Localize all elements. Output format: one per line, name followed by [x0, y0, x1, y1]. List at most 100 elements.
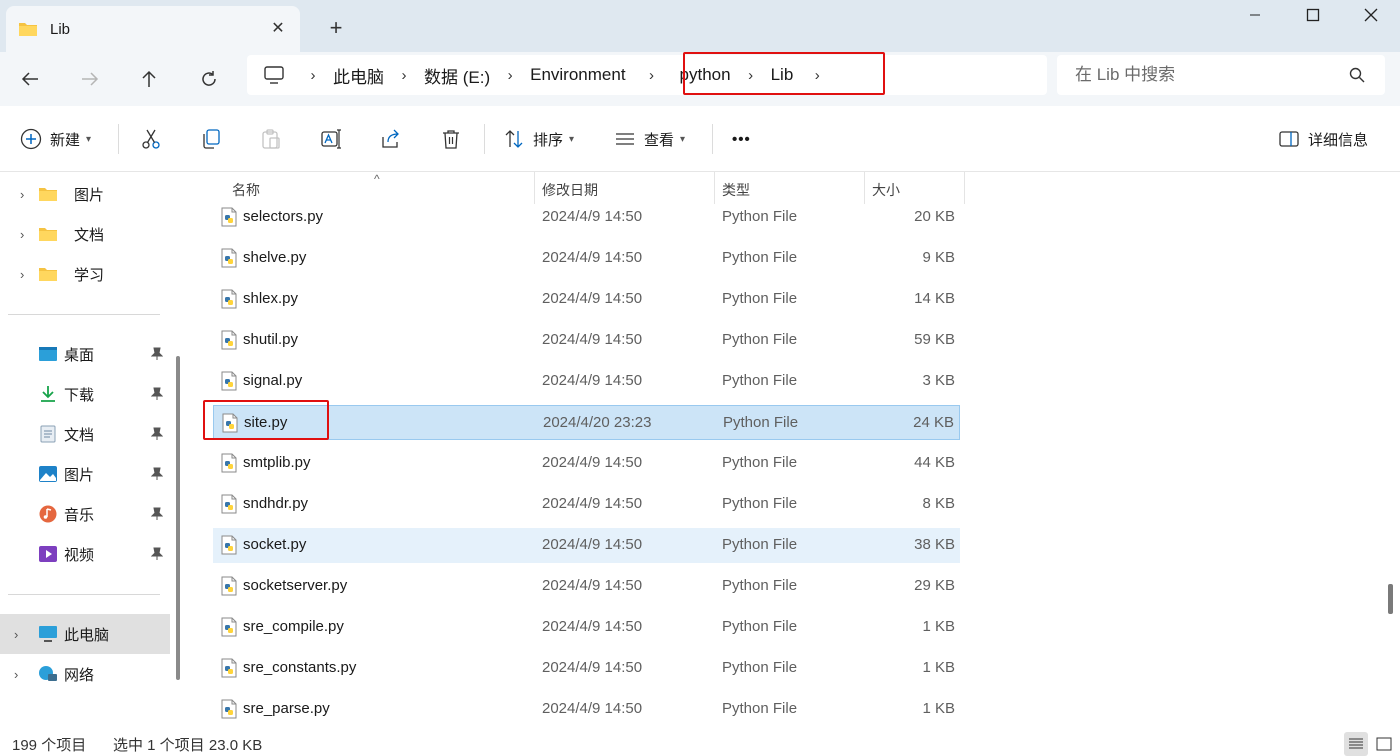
file-row[interactable]: socket.py 2024/4/9 14:50 Python File 38 KB: [213, 528, 960, 563]
sidebar-item-label: 网络: [64, 666, 95, 684]
sidebar-item-videos[interactable]: 视频: [0, 534, 170, 574]
file-row[interactable]: sre_constants.py 2024/4/9 14:50 Python Fil…: [213, 651, 960, 686]
sidebar-scrollbar[interactable]: [176, 356, 180, 680]
search-input[interactable]: [1075, 65, 1335, 85]
sidebar-item-network[interactable]: › 网络: [0, 654, 170, 694]
tiles-view-button[interactable]: [1372, 732, 1396, 756]
sidebar-item-this-pc[interactable]: › 此电脑: [0, 614, 170, 654]
download-icon: [41, 386, 55, 402]
pin-icon[interactable]: [151, 467, 163, 481]
file-type: Python File: [722, 618, 798, 635]
file-row[interactable]: shutil.py 2024/4/9 14:50 Python File 59 KB: [213, 323, 960, 358]
maximize-button[interactable]: [1284, 0, 1342, 30]
file-row[interactable]: socketserver.py 2024/4/9 14:50 Python File…: [213, 569, 960, 604]
rename-button[interactable]: [320, 120, 342, 158]
column-divider[interactable]: [964, 172, 965, 204]
file-row[interactable]: sre_parse.py 2024/4/9 14:50 Python File 1 K…: [213, 692, 960, 727]
breadcrumb-this-pc[interactable]: 此电脑: [327, 63, 390, 88]
file-row[interactable]: signal.py 2024/4/9 14:50 Python File 3 KB: [213, 364, 960, 399]
selection-info: 选中 1 个项目 23.0 KB: [113, 737, 263, 754]
folder-icon: [39, 188, 57, 201]
refresh-button[interactable]: [190, 60, 228, 98]
file-name: selectors.py: [243, 208, 324, 225]
file-list-scrollbar[interactable]: [1388, 584, 1393, 614]
sidebar-item-label: 视频: [64, 546, 95, 564]
file-row[interactable]: smtplib.py 2024/4/9 14:50 Python File 44 KB: [213, 446, 960, 481]
details-view-button[interactable]: [1344, 732, 1368, 756]
new-button[interactable]: 新建 ▾: [20, 120, 91, 158]
pin-icon[interactable]: [151, 507, 163, 521]
breadcrumb-lib[interactable]: Lib: [765, 65, 800, 85]
search-box[interactable]: [1057, 55, 1385, 95]
file-type: Python File: [722, 454, 798, 471]
close-window-button[interactable]: [1342, 0, 1400, 30]
sidebar-item-pictures[interactable]: 图片: [0, 454, 170, 494]
file-row[interactable]: shelve.py 2024/4/9 14:50 Python File 9 KB: [213, 241, 960, 276]
delete-button[interactable]: [440, 120, 462, 158]
back-button[interactable]: [11, 60, 49, 98]
new-tab-button[interactable]: +: [322, 14, 350, 42]
tab-lib[interactable]: Lib ✕: [6, 6, 300, 52]
chevron-right-icon[interactable]: ›: [390, 67, 418, 84]
sort-icon: [505, 130, 523, 148]
pin-icon[interactable]: [151, 547, 163, 561]
sidebar-item-study-folder[interactable]: › 学习: [0, 254, 170, 294]
breadcrumb-environment[interactable]: Environment: [524, 65, 631, 85]
chevron-right-icon[interactable]: ›: [14, 627, 18, 642]
python-file-icon: [221, 576, 237, 596]
column-header-date[interactable]: 修改日期: [542, 180, 598, 200]
paste-button[interactable]: [260, 120, 282, 158]
python-file-icon: [221, 207, 237, 227]
file-type: Python File: [722, 659, 798, 676]
python-file-icon: [221, 289, 237, 309]
address-bar[interactable]: › 此电脑 › 数据 (E:) › Environment › python ›…: [247, 55, 1047, 95]
chevron-right-icon[interactable]: ›: [803, 67, 831, 84]
pin-icon[interactable]: [151, 427, 163, 441]
cut-button[interactable]: [140, 120, 162, 158]
sidebar-item-pictures-folder[interactable]: › 图片: [0, 174, 170, 214]
copy-button[interactable]: [200, 120, 222, 158]
chevron-right-icon[interactable]: ›: [20, 187, 24, 202]
up-button[interactable]: [130, 60, 168, 98]
file-row[interactable]: sre_compile.py 2024/4/9 14:50 Python File 1…: [213, 610, 960, 645]
close-tab-icon[interactable]: ✕: [268, 18, 288, 38]
file-name: sre_constants.py: [243, 659, 357, 676]
file-date: 2024/4/9 14:50: [542, 372, 643, 389]
share-button[interactable]: [380, 120, 402, 158]
view-button[interactable]: 查看 ▾: [614, 120, 685, 158]
breadcrumb-python[interactable]: python: [674, 65, 737, 85]
file-size: 1 KB: [922, 618, 955, 635]
more-options-button[interactable]: •••: [732, 120, 751, 158]
file-row[interactable]: selectors.py 2024/4/9 14:50 Python File 20 …: [213, 200, 960, 235]
file-row[interactable]: site.py 2024/4/20 23:23 Python File 24 KB: [213, 405, 960, 440]
column-header-type[interactable]: 类型: [722, 180, 750, 200]
sidebar-item-downloads[interactable]: 下载: [0, 374, 170, 414]
column-header-size[interactable]: 大小: [872, 180, 900, 200]
chevron-right-icon[interactable]: ›: [14, 667, 18, 682]
pin-icon[interactable]: [151, 387, 163, 401]
file-row[interactable]: sndhdr.py 2024/4/9 14:50 Python File 8 KB: [213, 487, 960, 522]
sidebar-item-label: 此电脑: [64, 626, 110, 644]
sidebar-item-desktop[interactable]: 桌面: [0, 334, 170, 374]
pin-icon[interactable]: [151, 347, 163, 361]
sidebar-item-music[interactable]: 音乐: [0, 494, 170, 534]
file-row[interactable]: shlex.py 2024/4/9 14:50 Python File 14 KB: [213, 282, 960, 317]
sidebar-item-documents[interactable]: 文档: [0, 414, 170, 454]
breadcrumb-drive-e[interactable]: 数据 (E:): [418, 63, 496, 88]
navigation-bar: › 此电脑 › 数据 (E:) › Environment › python ›…: [0, 52, 1400, 106]
details-pane-button[interactable]: 详细信息: [1278, 120, 1368, 158]
chevron-right-icon[interactable]: ›: [496, 67, 524, 84]
column-header-name[interactable]: 名称: [232, 180, 260, 200]
search-icon[interactable]: [1349, 67, 1365, 83]
chevron-right-icon[interactable]: ›: [299, 67, 327, 84]
file-date: 2024/4/9 14:50: [542, 208, 643, 225]
chevron-right-icon[interactable]: ›: [20, 227, 24, 242]
sort-button[interactable]: 排序 ▾: [503, 120, 574, 158]
minimize-button[interactable]: [1226, 0, 1284, 30]
chevron-right-icon[interactable]: ›: [20, 267, 24, 282]
forward-button[interactable]: [71, 60, 109, 98]
sidebar-item-documents-folder[interactable]: › 文档: [0, 214, 170, 254]
file-size: 14 KB: [914, 290, 955, 307]
chevron-right-icon[interactable]: ›: [737, 67, 765, 84]
chevron-right-icon[interactable]: ›: [638, 67, 666, 84]
